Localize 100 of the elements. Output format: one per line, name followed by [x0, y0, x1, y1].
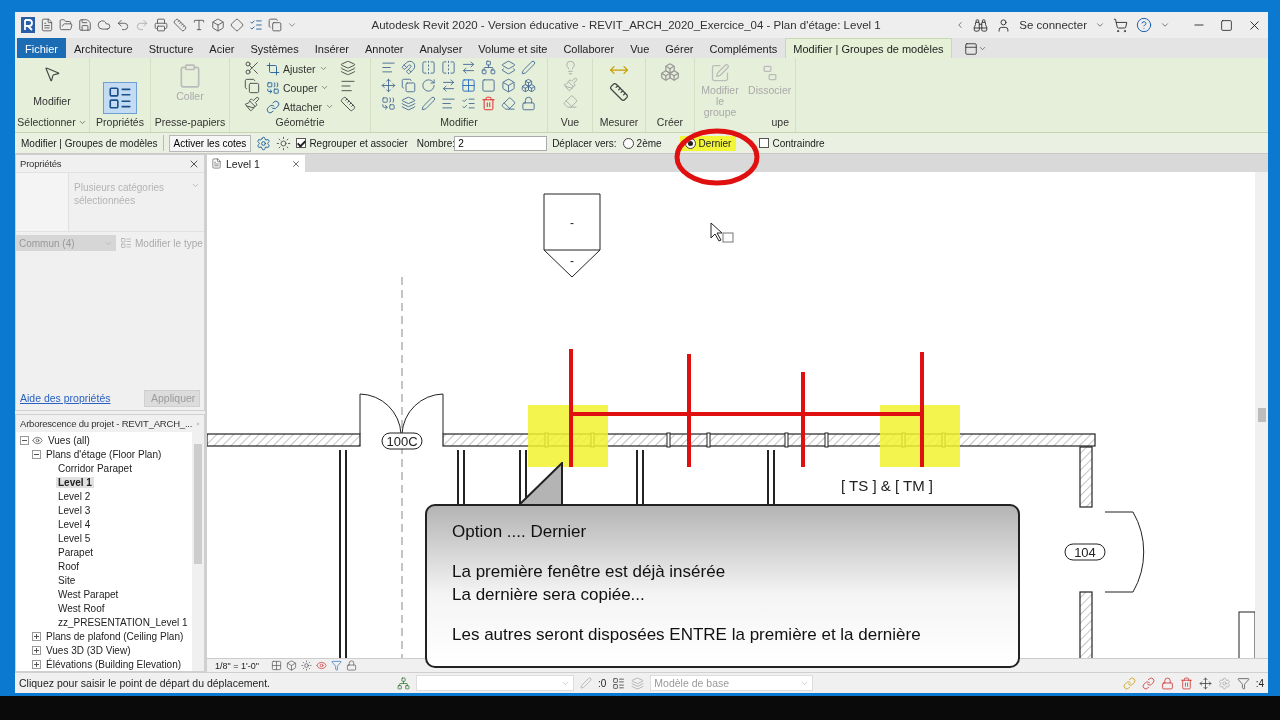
expander-toggle[interactable]: [32, 659, 41, 669]
align-icon[interactable]: [380, 60, 396, 75]
link-icon[interactable]: [1141, 676, 1155, 690]
worksets-icon[interactable]: [397, 676, 410, 690]
help-icon[interactable]: [1136, 17, 1152, 33]
folder-icon[interactable]: [59, 18, 73, 32]
expander-toggle[interactable]: [20, 435, 29, 445]
caret-icon[interactable]: [977, 44, 987, 53]
ribbon-tab[interactable]: Acier: [201, 38, 243, 58]
magnet-icon[interactable]: [400, 60, 416, 75]
ribbon-tab[interactable]: Vue: [622, 38, 658, 58]
tree-item[interactable]: Élévations (Building Elevation): [44, 658, 184, 670]
tree-item[interactable]: West Roof: [56, 602, 107, 614]
measure-icon[interactable]: [609, 82, 629, 102]
tree-item[interactable]: Level 2: [56, 490, 93, 502]
ribbon-tab[interactable]: Volume et site: [470, 38, 556, 58]
document-icon[interactable]: [40, 18, 54, 32]
expander-toggle[interactable]: [32, 631, 41, 641]
delete-icon[interactable]: [1179, 676, 1193, 690]
pen-icon[interactable]: [420, 96, 436, 111]
tree-item[interactable]: Level 5: [56, 532, 93, 544]
cart-icon[interactable]: [1113, 17, 1128, 33]
combine-icon[interactable]: [380, 96, 396, 111]
table-icon[interactable]: [612, 676, 626, 690]
text-icon[interactable]: [192, 18, 206, 32]
diamond-icon[interactable]: [230, 18, 244, 32]
tree-item[interactable]: Level 3: [56, 504, 93, 516]
lock-icon[interactable]: [1160, 676, 1174, 690]
scrollbar[interactable]: [1255, 172, 1268, 658]
mirror-icon[interactable]: [420, 60, 436, 75]
print-icon[interactable]: [154, 18, 168, 32]
expander-toggle[interactable]: [32, 449, 41, 459]
grid-icon[interactable]: [270, 660, 282, 671]
rotate-icon[interactable]: [420, 78, 436, 93]
ribbon-tab[interactable]: Gérer: [657, 38, 702, 58]
binoculars-icon[interactable]: [973, 17, 989, 33]
group-checkbox[interactable]: Regrouper et associer: [296, 137, 408, 149]
tree-item[interactable]: Corridor Parapet: [56, 462, 134, 474]
tree-item[interactable]: Roof: [56, 560, 82, 572]
list-icon[interactable]: [249, 18, 263, 32]
undo-icon[interactable]: [116, 18, 130, 32]
move-icon[interactable]: [1198, 676, 1212, 690]
box-icon[interactable]: [285, 660, 297, 671]
copy-icon[interactable]: [268, 18, 282, 32]
grid-icon[interactable]: [460, 78, 476, 93]
tree-item[interactable]: Plans de plafond (Ceiling Plan): [44, 630, 186, 642]
brush-icon[interactable]: [243, 96, 260, 112]
tree-item[interactable]: Level 1: [56, 476, 94, 488]
eraser-icon[interactable]: [500, 96, 516, 111]
caret-icon[interactable]: [1160, 20, 1170, 30]
delete-icon[interactable]: [480, 96, 496, 111]
box-icon[interactable]: [500, 78, 516, 93]
ribbon-tab[interactable]: Architecture: [66, 38, 141, 58]
copy-icon[interactable]: [400, 78, 416, 93]
ribbon-tab[interactable]: Modifier | Groupes de modèles: [785, 38, 952, 58]
count-field[interactable]: 2: [454, 135, 548, 151]
view-tab[interactable]: Level 1: [207, 155, 305, 172]
layers-icon[interactable]: [340, 60, 357, 76]
app-logo[interactable]: [21, 17, 35, 33]
ribbon-tab[interactable]: Fichier: [17, 38, 66, 58]
move-option[interactable]: 2ème: [617, 135, 667, 151]
list-icon[interactable]: [460, 96, 476, 111]
scrollbar[interactable]: [192, 432, 204, 671]
expander-toggle[interactable]: [32, 645, 41, 655]
scale-label[interactable]: 1/8" = 1'-0": [215, 660, 259, 671]
boxes-icon[interactable]: [520, 78, 536, 93]
save-icon[interactable]: [78, 18, 92, 32]
properties-button[interactable]: [103, 82, 137, 114]
lock-icon[interactable]: [345, 660, 357, 671]
tree-item[interactable]: zz_PRESENTATION_Level 1: [56, 616, 190, 628]
help-link[interactable]: Aide des propriétés: [20, 392, 111, 404]
ribbon-tab[interactable]: Annoter: [356, 38, 412, 58]
panel-icon[interactable]: [963, 41, 978, 56]
tree-item[interactable]: West Parapet: [56, 588, 121, 600]
scissors-icon[interactable]: [243, 60, 260, 76]
tree-item[interactable]: Plans d'étage (Floor Plan): [44, 448, 164, 460]
caret-icon[interactable]: [287, 20, 297, 30]
lock-icon[interactable]: [520, 96, 536, 111]
tool-button[interactable]: Couper: [263, 79, 337, 96]
ribbon-tab[interactable]: Insérer: [306, 38, 357, 58]
modify-button[interactable]: Modifier: [29, 62, 75, 110]
align-icon[interactable]: [340, 78, 357, 94]
filter-icon[interactable]: [330, 660, 342, 671]
user-icon[interactable]: [996, 17, 1012, 33]
mirror-icon[interactable]: [440, 60, 456, 75]
square-icon[interactable]: [480, 78, 496, 93]
cloud-icon[interactable]: [97, 18, 111, 32]
ruler-icon[interactable]: [340, 96, 357, 112]
dimensions-button[interactable]: Activer les cotes: [168, 134, 252, 152]
layers-icon[interactable]: [500, 60, 516, 75]
ribbon-tab[interactable]: Collaborer: [555, 38, 623, 58]
tool-button[interactable]: Ajuster: [263, 60, 337, 77]
tree-item[interactable]: Vues (all): [46, 434, 92, 446]
box-icon[interactable]: [211, 18, 225, 32]
boxes-icon[interactable]: [660, 62, 680, 82]
settings-icon[interactable]: [256, 135, 272, 151]
tree-item[interactable]: Parapet: [56, 546, 96, 558]
arrows-icon[interactable]: [460, 60, 476, 75]
arrows-icon[interactable]: [440, 78, 456, 93]
ribbon-tab[interactable]: Analyser: [411, 38, 471, 58]
